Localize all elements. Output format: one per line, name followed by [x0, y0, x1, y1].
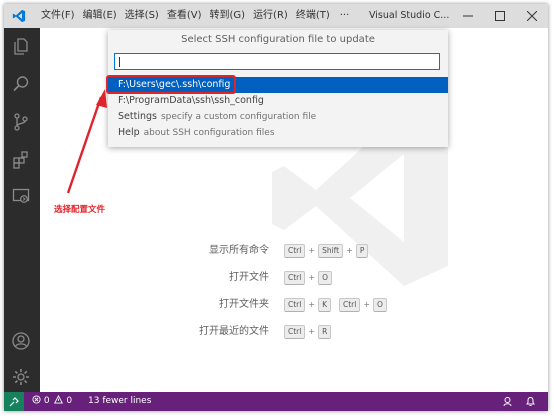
key-cap: O: [373, 298, 387, 312]
notifications-bell-icon[interactable]: [525, 396, 536, 407]
explorer-icon[interactable]: [11, 36, 31, 56]
shortcut-row: 打开文件夹 Ctrl + K Ctrl + O: [154, 298, 454, 312]
status-message: 13 fewer lines: [88, 396, 152, 406]
annotation-label: 选择配置文件: [54, 205, 106, 215]
shortcut-label: 显示所有命令: [209, 245, 269, 256]
menu-edit[interactable]: 编辑(E): [79, 4, 121, 28]
menu-file[interactable]: 文件(F): [37, 4, 79, 28]
remote-indicator-icon: [9, 396, 19, 406]
menu-go[interactable]: 转到(G): [206, 4, 250, 28]
menu-more[interactable]: ···: [336, 4, 354, 28]
menu-bar: 文件(F) 编辑(E) 选择(S) 查看(V) 转到(G) 运行(R) 终端(T…: [37, 4, 353, 28]
title-bar: 文件(F) 编辑(E) 选择(S) 查看(V) 转到(G) 运行(R) 终端(T…: [4, 4, 548, 28]
quick-pick-item[interactable]: Settings specify a custom configuration f…: [108, 109, 448, 125]
window-title: Visual Studio C...: [369, 10, 450, 21]
activity-bar: [4, 28, 40, 392]
vscode-window: 文件(F) 编辑(E) 选择(S) 查看(V) 转到(G) 运行(R) 终端(T…: [4, 4, 548, 411]
shortcut-label: 打开文件: [229, 272, 269, 283]
feedback-icon[interactable]: [502, 396, 513, 407]
quick-pick-item-description: about SSH configuration files: [143, 128, 275, 138]
shortcut-row: 打开文件 Ctrl + O: [154, 271, 454, 285]
annotation-highlight-box: [106, 75, 236, 94]
account-icon[interactable]: [11, 331, 31, 351]
shortcut-label: 打开最近的文件: [199, 326, 269, 337]
quick-pick-item[interactable]: F:\ProgramData\ssh\ssh_config: [108, 93, 448, 109]
maximize-button[interactable]: [484, 4, 516, 28]
key-cap: Ctrl: [284, 271, 306, 285]
text-caret: [119, 57, 120, 67]
key-cap: Ctrl: [284, 244, 306, 258]
quick-pick-item[interactable]: Help about SSH configuration files: [108, 125, 448, 141]
close-button[interactable]: [516, 4, 548, 28]
error-count: 0: [43, 396, 50, 406]
shortcut-keys: Ctrl + R: [284, 325, 332, 339]
extensions-icon[interactable]: [11, 150, 31, 170]
minimize-button[interactable]: [452, 4, 484, 28]
shortcut-keys: Ctrl + O: [284, 271, 332, 285]
maximize-icon: [495, 11, 505, 21]
quick-pick-item-label: Help: [118, 127, 140, 138]
remote-explorer-icon[interactable]: [11, 186, 31, 206]
menu-run[interactable]: 运行(R): [249, 4, 292, 28]
menu-view[interactable]: 查看(V): [163, 4, 206, 28]
error-icon: [32, 395, 41, 404]
quick-pick-item-description: specify a custom configuration file: [160, 112, 317, 122]
close-icon: [527, 11, 537, 21]
remote-indicator-button[interactable]: [4, 392, 24, 411]
quick-pick-item-label: Settings: [118, 111, 157, 122]
status-bar: 0 0 13 fewer lines: [4, 392, 548, 411]
minimize-icon: [463, 15, 473, 17]
key-cap: Shift: [318, 244, 344, 258]
vscode-logo-icon: [12, 9, 26, 23]
quick-pick-input[interactable]: [114, 53, 440, 70]
search-icon[interactable]: [11, 74, 31, 94]
shortcut-keys: Ctrl + Shift + P: [284, 244, 369, 258]
key-cap: K: [318, 298, 331, 312]
quick-pick-item-label: F:\ProgramData\ssh\ssh_config: [118, 95, 264, 106]
shortcut-row: 显示所有命令 Ctrl + Shift + P: [154, 244, 454, 258]
menu-selection[interactable]: 选择(S): [121, 4, 163, 28]
key-cap: O: [318, 271, 332, 285]
manage-gear-icon[interactable]: [11, 367, 31, 387]
problems-status[interactable]: 0 0: [32, 392, 72, 411]
source-control-icon[interactable]: [11, 112, 31, 132]
key-cap: P: [355, 244, 369, 258]
shortcut-label: 打开文件夹: [219, 299, 269, 310]
key-cap: Ctrl: [284, 325, 306, 339]
key-cap: R: [318, 325, 332, 339]
key-cap: Ctrl: [338, 298, 361, 312]
menu-terminal[interactable]: 终端(T): [292, 4, 334, 28]
shortcut-row: 打开最近的文件 Ctrl + R: [154, 325, 454, 339]
quick-pick-title: Select SSH configuration file to update: [181, 34, 375, 45]
shortcut-keys: Ctrl + K Ctrl + O: [284, 298, 387, 312]
warning-icon: [54, 394, 64, 404]
warning-count: 0: [66, 396, 73, 406]
key-cap: Ctrl: [284, 298, 306, 312]
